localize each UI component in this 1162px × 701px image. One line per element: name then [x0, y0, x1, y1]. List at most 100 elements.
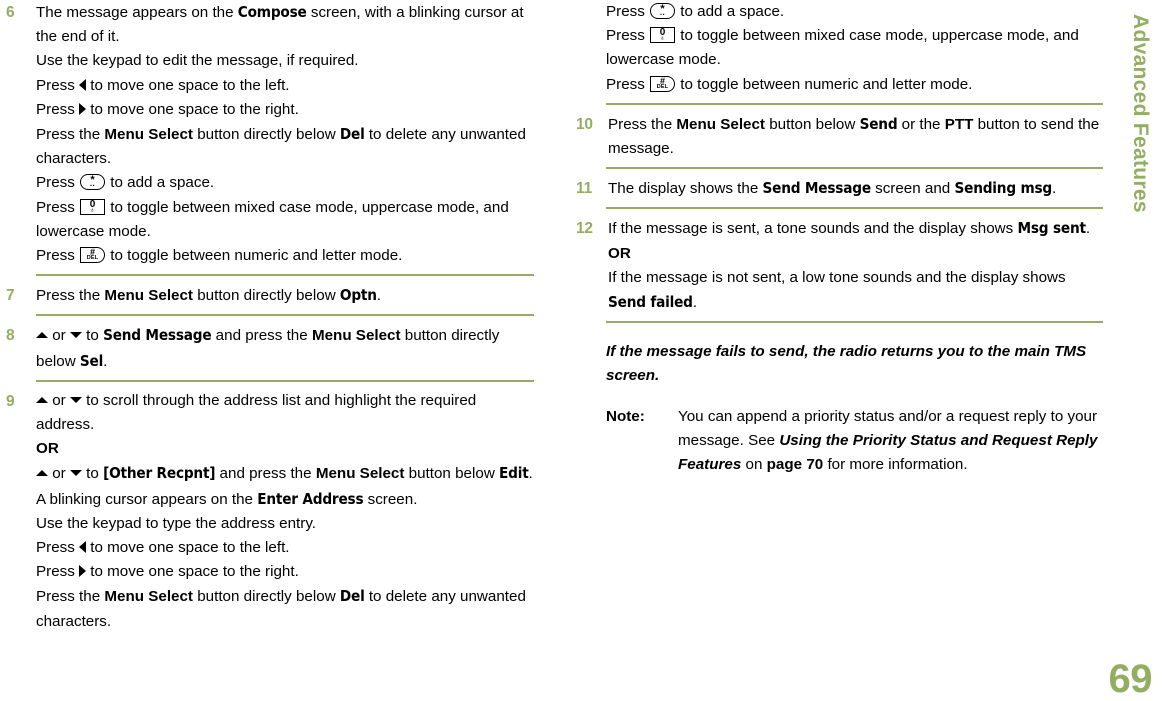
body-text: to move one space to the left.	[86, 539, 290, 557]
body-text: Press	[606, 3, 650, 20]
step-separator	[36, 314, 534, 317]
display-term: Edit	[499, 464, 529, 483]
step-text: or to scroll through the address list an…	[36, 389, 536, 634]
step-number: 12	[576, 220, 593, 238]
body-text: to toggle between mixed case mode, upper…	[606, 27, 1079, 69]
note-text: You can append a priority status and/or …	[678, 405, 1106, 478]
body-text: or	[48, 465, 70, 483]
step-text: Press the Menu Select button directly be…	[36, 283, 536, 308]
step-separator	[606, 102, 1103, 105]
emphasis-text: Menu Select	[104, 588, 193, 606]
key-secondary-label: ♁	[659, 35, 666, 43]
key-zero-icon: 0 ♁	[80, 198, 106, 215]
body-text: Press	[36, 100, 80, 118]
note-block: Note: You can append a priority status a…	[606, 405, 1106, 478]
step-separator	[606, 207, 1103, 210]
step-number: 11	[576, 180, 592, 198]
body-text: to move one space to the right.	[86, 563, 299, 581]
display-term: Del	[339, 125, 365, 144]
body-text: to add a space.	[106, 174, 215, 192]
body-text: Use the keypad to edit the message, if r…	[36, 52, 359, 70]
step-number: 6	[6, 4, 15, 21]
text-line: If the message is not sent, a low tone s…	[608, 266, 1106, 315]
arrow-left-icon	[79, 78, 87, 91]
body-text: .	[692, 294, 697, 312]
display-term: Compose	[237, 3, 307, 21]
body-text: Press the	[36, 126, 105, 144]
display-term: Sel	[79, 351, 104, 370]
key-secondary-label: ··	[659, 10, 666, 19]
step-number: 10	[576, 115, 593, 133]
arrow-right-icon	[79, 102, 87, 115]
note-label: Note:	[606, 407, 645, 425]
body-text: to toggle between numeric and letter mod…	[106, 247, 403, 265]
step-text: or to Send Message and press the Menu Se…	[36, 323, 536, 373]
emphasis-text: Menu Select	[104, 287, 193, 305]
text-line: A blinking cursor appears on the Enter A…	[36, 487, 536, 512]
body-text: The display shows the	[608, 180, 763, 198]
key-secondary-label: DEL	[86, 255, 99, 262]
body-text: Press	[606, 27, 650, 45]
body-text: on	[741, 456, 767, 474]
step-separator	[36, 379, 534, 382]
text-line: Press to move one space to the right.	[36, 560, 536, 584]
body-text: Press the	[36, 287, 105, 305]
emphasis-text: page 70	[766, 456, 824, 474]
emphasis-text: OR	[36, 440, 59, 458]
body-text: Press	[36, 563, 80, 581]
display-term: Send failed	[608, 293, 693, 312]
body-text: If the message is sent, a tone sounds an…	[608, 220, 1018, 238]
step-7: 7 Press the Menu Select button directly …	[6, 283, 536, 308]
emphasis-text: OR	[608, 244, 631, 262]
text-line: Press * ·· to add a space.	[36, 171, 536, 195]
arrow-right-icon	[79, 565, 87, 578]
body-text: to add a space.	[676, 3, 785, 20]
step-9: 9 or to scroll through the address list …	[6, 389, 536, 634]
text-line: Press to move one space to the left.	[36, 74, 536, 98]
text-line: Press to move one space to the right.	[36, 98, 536, 122]
body-text: to move one space to the left.	[86, 76, 290, 94]
key-star-icon: * ··	[650, 3, 676, 19]
body-text: to	[81, 465, 104, 483]
step-6: 6 The message appears on the Compose scr…	[6, 0, 536, 268]
text-line: Press to move one space to the left.	[36, 536, 536, 560]
body-text: Press	[36, 539, 80, 557]
step-separator	[606, 167, 1103, 170]
key-hash-del-icon: # DEL	[650, 75, 676, 92]
body-text: button below	[765, 115, 860, 133]
text-line: Use the keypad to edit the message, if r…	[36, 49, 536, 73]
step-text: The message appears on the Compose scree…	[36, 0, 536, 268]
body-text: button directly below	[193, 287, 340, 305]
body-text: to	[81, 327, 104, 345]
body-text: Press the	[608, 115, 677, 133]
text-line: OR	[36, 437, 536, 461]
step-text: Press the Menu Select button below Send …	[608, 112, 1106, 161]
body-text: to toggle between numeric and letter mod…	[676, 75, 973, 93]
page-number: 69	[1108, 657, 1153, 701]
text-line: or to Send Message and press the Menu Se…	[36, 323, 536, 373]
key-secondary-label: DEL	[656, 83, 669, 90]
display-term: Enter Address	[257, 489, 364, 508]
text-line: Press the Menu Select button below Send …	[608, 112, 1106, 161]
body-text: button directly below	[193, 126, 340, 144]
body-text: or the	[897, 115, 945, 133]
display-term: Sending msg	[954, 179, 1053, 198]
arrow-up-icon	[36, 470, 48, 477]
text-line: If the message is sent, a tone sounds an…	[608, 216, 1106, 241]
arrow-left-icon	[79, 541, 87, 554]
body-text: If the message is not sent, a low tone s…	[608, 268, 1066, 286]
text-line: Press the Menu Select button directly be…	[36, 584, 536, 633]
emphasis-text: PTT	[944, 115, 974, 133]
arrow-up-icon	[36, 332, 48, 339]
body-text: and press the	[211, 327, 312, 345]
body-text: to move one space to the right.	[86, 100, 299, 118]
text-line: OR	[608, 242, 1106, 266]
body-text: Press the	[36, 588, 105, 606]
text-line: Press 0 ♁ to toggle between mixed case mo…	[36, 196, 536, 244]
body-text: Press	[36, 174, 80, 192]
step-9-continued: Press * ·· to add a space. Press 0 ♁ to tog…	[606, 0, 1106, 97]
step-number: 8	[6, 327, 15, 345]
body-text: Press	[36, 198, 80, 216]
body-text: .	[1052, 180, 1057, 198]
body-text: .	[103, 352, 108, 370]
